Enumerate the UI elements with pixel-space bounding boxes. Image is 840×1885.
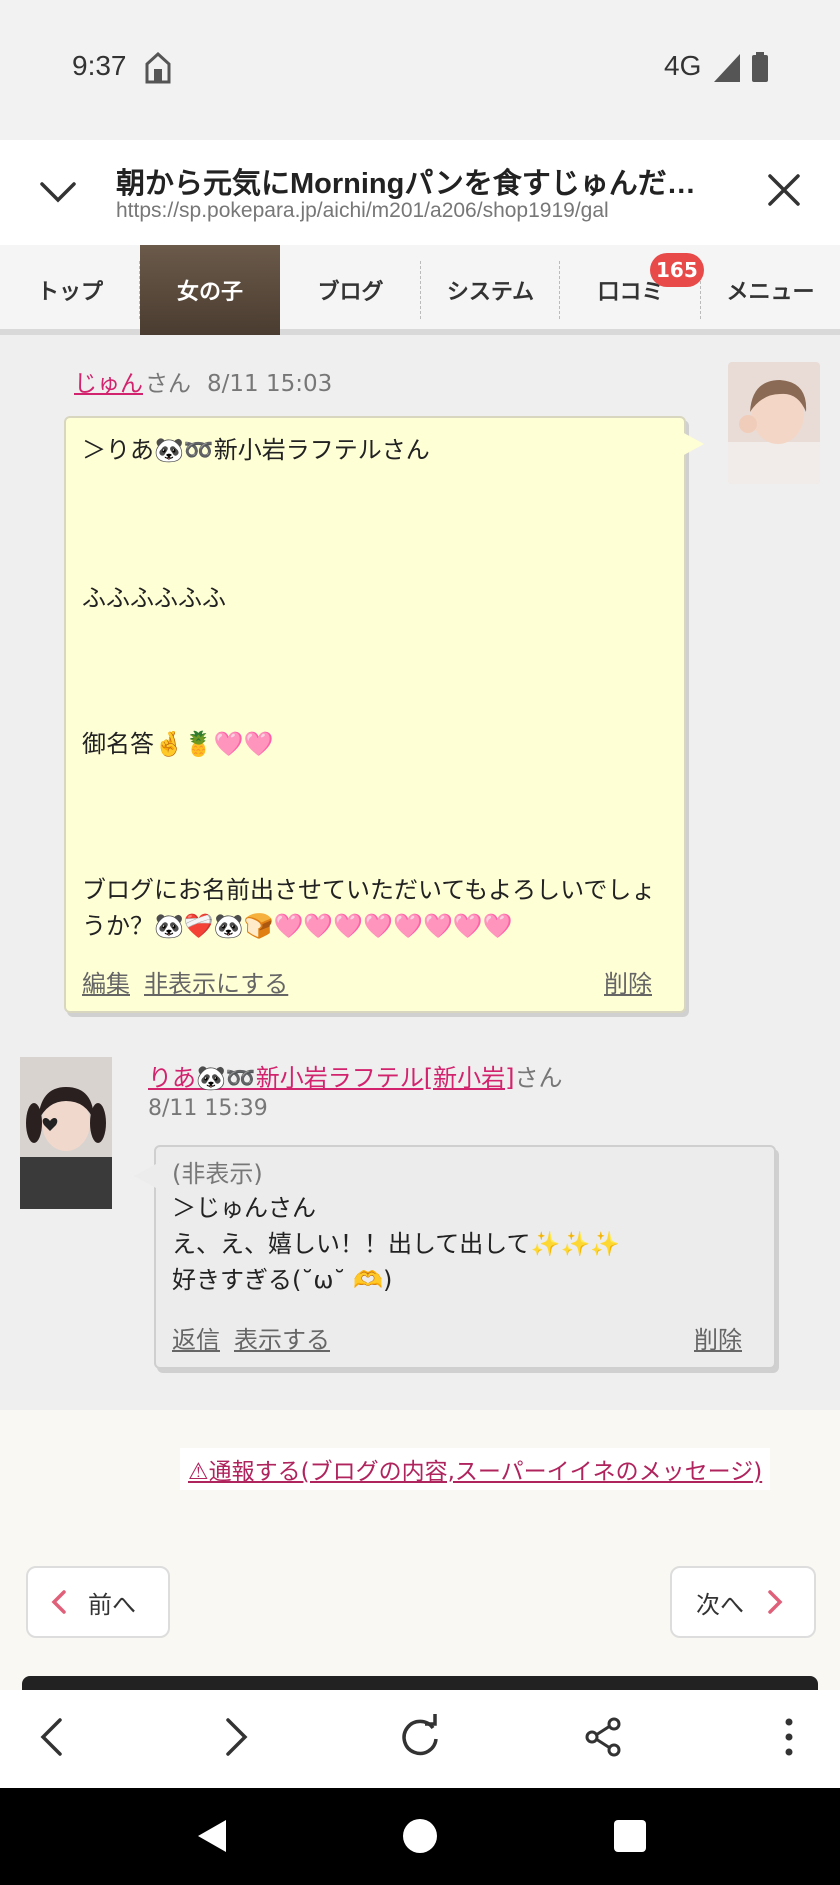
next-label: 次へ xyxy=(696,1590,744,1619)
prev-button[interactable]: 前へ xyxy=(26,1566,170,1638)
comment-text-line: ふふふふふふ xyxy=(82,584,226,612)
home-status-icon xyxy=(145,52,171,84)
prev-label: 前へ xyxy=(88,1590,136,1619)
battery-icon xyxy=(752,52,768,82)
avatar[interactable] xyxy=(728,362,820,484)
comment-header: じゅんさん 8/11 15:03 xyxy=(74,364,332,398)
tab-system[interactable]: システム xyxy=(421,245,560,335)
tab-menu[interactable]: メニュー xyxy=(701,245,840,335)
dark-banner-edge xyxy=(22,1676,818,1690)
forward-icon[interactable] xyxy=(210,1712,260,1762)
comment-timestamp: 8/11 15:39 xyxy=(148,1096,268,1121)
nav-back-icon[interactable] xyxy=(192,1816,232,1856)
page-url[interactable]: https://sp.pokepara.jp/aichi/m201/a206/s… xyxy=(116,199,716,223)
delete-link[interactable]: 削除 xyxy=(694,1320,742,1355)
share-icon[interactable] xyxy=(578,1712,628,1762)
comment-text-line: ブログにお名前出させていただいてもよろしいでしょうか？🐼❤️‍🩹🐼🍞🩷🩷🩷🩷🩷🩷… xyxy=(82,876,656,940)
avatar[interactable] xyxy=(20,1057,112,1209)
tab-blog[interactable]: ブログ xyxy=(280,245,421,335)
reload-icon[interactable] xyxy=(395,1712,445,1762)
hidden-status-label: (非表示) xyxy=(172,1160,263,1188)
chevron-down-icon[interactable] xyxy=(38,172,78,212)
hide-link[interactable]: 非表示にする xyxy=(144,970,288,998)
chevron-right-icon xyxy=(768,1590,783,1614)
comment-text-line: 御名答🤞🍍🩷🩷 xyxy=(82,730,274,758)
next-button[interactable]: 次へ xyxy=(670,1566,816,1638)
chevron-left-icon xyxy=(51,1590,66,1614)
comment-text-line: ＞じゅんさん xyxy=(172,1194,316,1222)
author-suffix: さん xyxy=(514,1064,563,1092)
comment-text-line: え、え、嬉しい！！出して出して✨✨✨ xyxy=(172,1230,621,1258)
comment-header: りあ🐼➿新小岩ラフテル[新小岩]さん xyxy=(148,1058,563,1093)
tab-girls[interactable]: 女の子 xyxy=(140,245,280,335)
comment-actions: 編集 非表示にする xyxy=(82,964,302,999)
network-type: 4G xyxy=(664,50,702,81)
status-time: 9:37 xyxy=(72,50,127,81)
more-icon[interactable] xyxy=(764,1712,814,1762)
nav-recents-icon[interactable] xyxy=(610,1816,650,1856)
back-icon[interactable] xyxy=(28,1712,78,1762)
tab-top[interactable]: トップ xyxy=(0,245,140,335)
author-suffix: さん xyxy=(145,371,191,397)
comment-timestamp: 8/11 15:03 xyxy=(207,371,333,397)
page-title: 朝から元気にMorningパンを食すじゅんだ… xyxy=(116,168,696,200)
signal-icon xyxy=(714,54,740,82)
delete-link[interactable]: 削除 xyxy=(604,964,652,999)
bubble-tail xyxy=(682,432,704,456)
shop-nav-tabs: トップ 女の子 ブログ システム 口コミ メニュー xyxy=(0,245,840,335)
report-link[interactable]: ⚠通報する(ブログの内容,スーパーイイネのメッセージ) xyxy=(180,1448,771,1490)
nav-home-icon[interactable] xyxy=(400,1816,440,1856)
close-icon[interactable] xyxy=(764,170,804,210)
bubble-tail xyxy=(134,1164,156,1188)
show-link[interactable]: 表示する xyxy=(234,1326,330,1354)
edit-link[interactable]: 編集 xyxy=(82,970,130,998)
comment-actions: 返信 表示する xyxy=(172,1320,344,1355)
comment-author-link[interactable]: りあ🐼➿新小岩ラフテル[新小岩] xyxy=(148,1064,515,1092)
reviews-count-badge: 165 xyxy=(650,253,704,287)
reply-link[interactable]: 返信 xyxy=(172,1326,220,1354)
comment-text-line: 好きすぎる(˘ω˘ 🫶) xyxy=(172,1266,393,1294)
comment-text-line: ＞りあ🐼➿新小岩ラフテルさん xyxy=(82,436,430,464)
comment-author-link[interactable]: じゅん xyxy=(74,371,143,397)
